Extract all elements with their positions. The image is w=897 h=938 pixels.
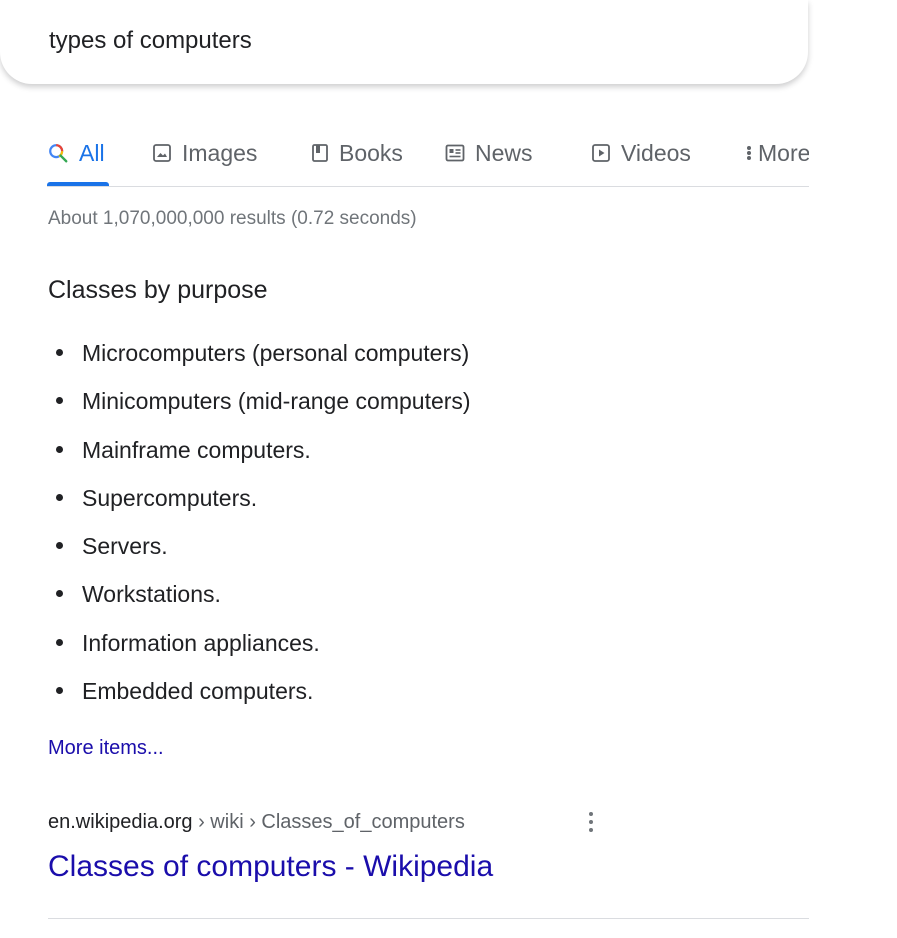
search-icon: [47, 142, 69, 164]
tab-label: More: [758, 139, 809, 166]
bullet-icon: [56, 542, 63, 550]
bullet-icon: [56, 493, 63, 501]
list-item: Servers.: [48, 528, 471, 576]
active-tab-indicator: [47, 182, 109, 186]
result-path: › wiki › Classes_of_computers: [192, 811, 465, 833]
bullet-icon: [56, 687, 63, 695]
image-icon: [152, 143, 172, 163]
list-item: Supercomputers.: [48, 480, 471, 528]
list-item: Mainframe computers.: [48, 432, 471, 480]
tab-label: News: [475, 139, 533, 166]
more-vert-icon: [746, 143, 752, 163]
featured-snippet-list: Microcomputers (personal computers) Mini…: [48, 335, 471, 721]
book-icon: [311, 143, 329, 163]
featured-snippet-heading: Classes by purpose: [48, 276, 268, 304]
list-item: Minicomputers (mid-range computers): [48, 383, 471, 431]
result-breadcrumb[interactable]: en.wikipedia.org › wiki › Classes_of_com…: [48, 811, 465, 834]
video-icon: [591, 143, 611, 163]
bullet-icon: [56, 590, 63, 598]
result-title-link[interactable]: Classes of computers - Wikipedia: [48, 850, 493, 884]
search-input[interactable]: types of computers: [49, 27, 252, 55]
bullet-icon: [56, 445, 63, 453]
news-icon: [445, 144, 465, 162]
bullet-icon: [56, 397, 63, 405]
tab-all[interactable]: All: [47, 133, 105, 173]
tab-label: Images: [182, 139, 258, 166]
bullet-icon: [56, 349, 63, 356]
result-stats: About 1,070,000,000 results (0.72 second…: [48, 208, 417, 229]
tab-books[interactable]: Books: [311, 133, 403, 173]
tab-more[interactable]: More: [746, 133, 809, 173]
result-domain: en.wikipedia.org: [48, 811, 193, 833]
bullet-icon: [56, 638, 63, 646]
tab-label: Books: [339, 139, 403, 166]
more-vert-icon[interactable]: [583, 808, 599, 836]
list-item: Microcomputers (personal computers): [48, 335, 471, 383]
list-item: Information appliances.: [48, 625, 471, 673]
tab-label: Videos: [621, 139, 691, 166]
tab-images[interactable]: Images: [152, 133, 257, 173]
tab-label: All: [79, 139, 105, 166]
divider: [48, 918, 809, 919]
list-item: Workstations.: [48, 576, 471, 624]
list-item: Embedded computers.: [48, 673, 471, 721]
tab-news[interactable]: News: [445, 133, 533, 173]
tab-videos[interactable]: Videos: [591, 133, 691, 173]
search-tabs: All Images Books News Videos More: [47, 126, 809, 187]
more-items-link[interactable]: More items...: [48, 737, 164, 760]
search-box[interactable]: types of computers: [0, 0, 808, 84]
